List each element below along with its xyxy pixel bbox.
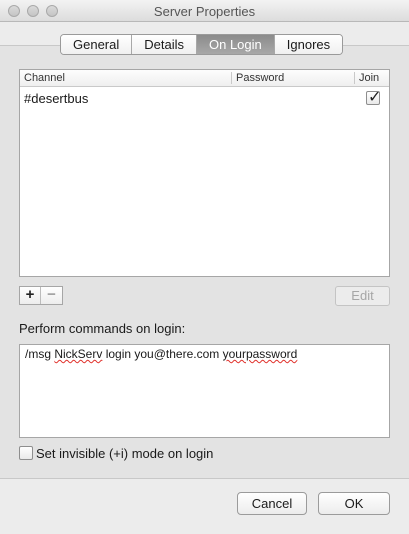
tab-bar: General Details On Login Ignores <box>60 34 344 55</box>
edit-channel-button[interactable]: Edit <box>335 286 390 306</box>
column-divider <box>354 72 355 84</box>
title-bar: Server Properties <box>0 0 409 22</box>
login-commands-textarea[interactable]: /msg NickServ login you@there.com yourpa… <box>19 344 390 438</box>
commands-label: Perform commands on login: <box>19 321 186 336</box>
remove-channel-button[interactable]: − <box>41 287 62 304</box>
command-text: login you@there.com <box>102 347 223 361</box>
tab-details[interactable]: Details <box>132 35 197 54</box>
tab-on-login[interactable]: On Login <box>197 35 275 54</box>
ok-button[interactable]: OK <box>318 492 390 515</box>
tab-ignores[interactable]: Ignores <box>274 35 343 54</box>
cancel-button[interactable]: Cancel <box>237 492 307 515</box>
invisible-mode-label[interactable]: Set invisible (+i) mode on login <box>36 446 213 461</box>
column-header-join[interactable]: Join <box>359 72 379 84</box>
checkmark-icon: ✓ <box>368 89 382 106</box>
add-channel-button[interactable]: + <box>20 287 41 304</box>
channels-table[interactable]: Channel Password Join #desertbus ✓ <box>19 69 390 277</box>
table-header: Channel Password Join <box>20 70 389 87</box>
command-text: /msg <box>25 347 55 361</box>
command-text-misspelled: yourpassword <box>222 347 298 361</box>
column-divider <box>231 72 232 84</box>
column-header-password[interactable]: Password <box>236 72 284 84</box>
join-checkbox[interactable]: ✓ <box>366 89 381 106</box>
column-header-channel[interactable]: Channel <box>24 72 65 84</box>
channel-name-cell: #desertbus <box>24 91 89 106</box>
window-title: Server Properties <box>153 4 256 19</box>
add-remove-control: + − <box>19 286 63 305</box>
command-text-misspelled: NickServ <box>54 347 103 361</box>
tab-general[interactable]: General <box>61 35 133 54</box>
invisible-mode-checkbox[interactable] <box>19 446 33 460</box>
table-row[interactable]: #desertbus ✓ <box>20 88 389 110</box>
